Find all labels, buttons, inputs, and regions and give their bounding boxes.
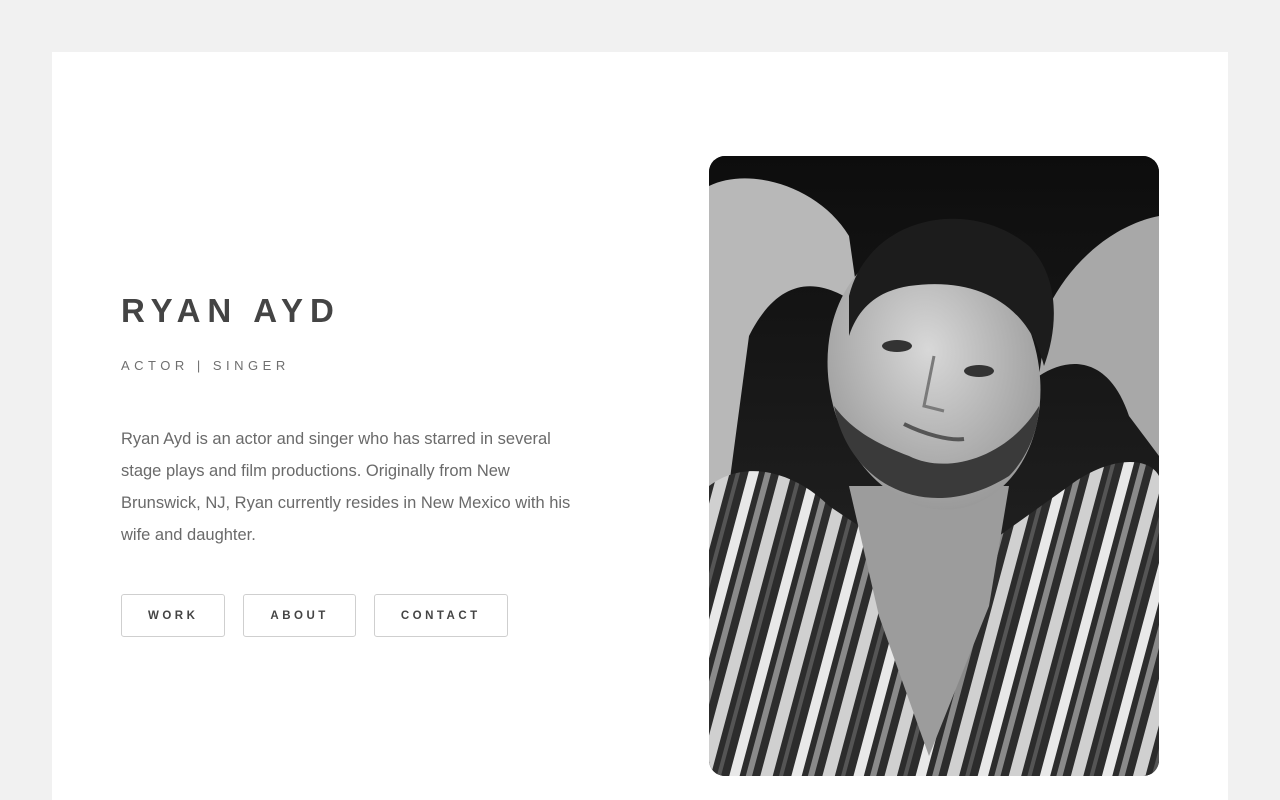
portrait-photo — [709, 156, 1159, 776]
nav-buttons: WORK ABOUT CONTACT — [121, 594, 508, 637]
hero-card: RYAN AYD ACTOR | SINGER Ryan Ayd is an a… — [52, 52, 1228, 800]
contact-button[interactable]: CONTACT — [373, 594, 508, 637]
about-button[interactable]: ABOUT — [243, 594, 356, 637]
artist-bio: Ryan Ayd is an actor and singer who has … — [121, 430, 571, 544]
artist-name: RYAN AYD — [121, 292, 341, 329]
artist-roles: ACTOR | SINGER — [121, 358, 290, 373]
work-button[interactable]: WORK — [121, 594, 226, 637]
